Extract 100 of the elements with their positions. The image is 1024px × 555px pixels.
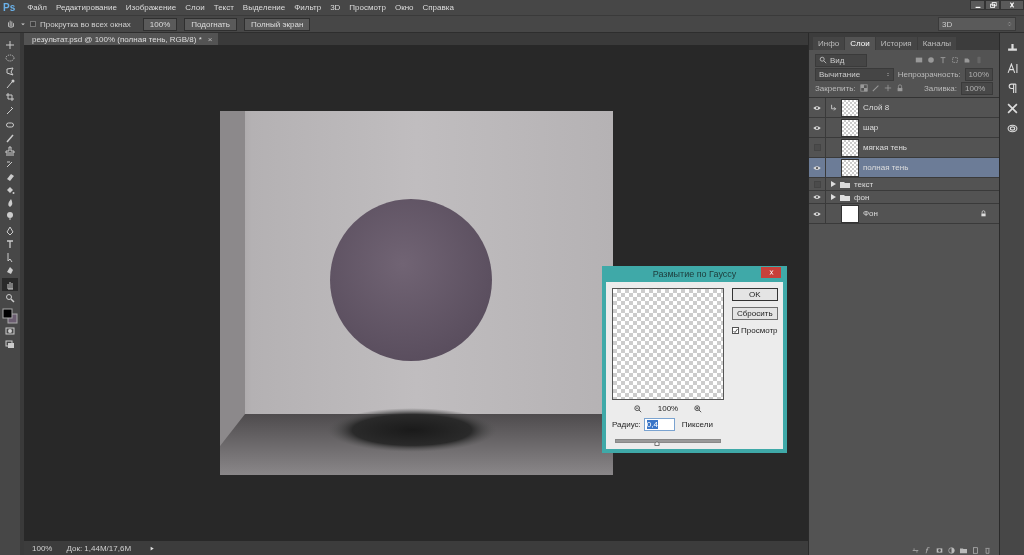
zoom-option-button[interactable]: 100%: [142, 17, 178, 31]
menu-item[interactable]: Фильтр: [294, 3, 322, 12]
menu-item[interactable]: Текст: [213, 3, 234, 12]
updown-icon: [885, 71, 890, 77]
expand-arrow-icon[interactable]: [830, 181, 836, 187]
visibility-eye-icon[interactable]: [813, 104, 821, 111]
visibility-eye-icon[interactable]: [813, 210, 821, 217]
layer-row[interactable]: мягкая тень: [809, 138, 999, 158]
paragraph-icon: [1006, 82, 1018, 94]
blur-drop-icon: [5, 197, 15, 208]
layer-filter-dropdown[interactable]: Вид: [815, 53, 867, 67]
zoom-option-button[interactable]: Подогнать: [184, 17, 237, 31]
close-button[interactable]: [1000, 0, 1024, 10]
image-filter-icon[interactable]: [915, 56, 923, 64]
blend-mode-dropdown[interactable]: Вычитание: [815, 67, 894, 81]
layer-thumbnail: [841, 204, 859, 223]
expand-arrow-icon[interactable]: [830, 194, 836, 200]
dodge-icon: [5, 210, 15, 221]
lock-label: Закрепить:: [815, 83, 856, 93]
document-tab[interactable]: результат.psd @ 100% (полная тень, RGB/8) * ×: [24, 33, 219, 45]
restore-button[interactable]: [985, 0, 1000, 10]
preview-checkbox[interactable]: [732, 327, 739, 334]
menu-item[interactable]: 3D: [330, 3, 341, 12]
visibility-eye-icon[interactable]: [813, 164, 821, 171]
unit-label: Пиксели: [681, 420, 713, 429]
hand-tool-icon: [5, 279, 15, 290]
lock-brush-icon[interactable]: [871, 84, 880, 92]
smart-object-filter-icon[interactable]: [963, 56, 971, 64]
zoom-in-icon[interactable]: [694, 404, 703, 413]
preview-zoom: 100%: [657, 404, 679, 413]
dialog-close-button[interactable]: [761, 267, 781, 278]
layer-row[interactable]: текст: [809, 178, 999, 191]
visibility-eye-icon[interactable]: [813, 194, 821, 200]
minimize-button[interactable]: [970, 0, 985, 10]
tool-button[interactable]: [2, 51, 18, 64]
dialog-button[interactable]: Сбросить: [732, 307, 778, 320]
zoom-level[interactable]: 100%: [32, 543, 53, 553]
link-icon[interactable]: [912, 546, 919, 554]
opacity-field[interactable]: 100%: [964, 67, 993, 81]
layer-row[interactable]: полная тень: [809, 158, 999, 178]
radius-slider[interactable]: [615, 439, 721, 443]
workspace-label: 3D: [942, 19, 953, 29]
tool-button[interactable]: [2, 144, 18, 157]
menu-item[interactable]: Выделение: [242, 3, 286, 12]
half-circle-icon[interactable]: [948, 546, 955, 554]
menu-item[interactable]: Справка: [422, 3, 454, 12]
lock-transparency-icon[interactable]: [859, 84, 868, 92]
fx-icon[interactable]: [924, 546, 931, 554]
layer-thumbnail: [841, 118, 859, 137]
zoom-out-icon[interactable]: [633, 404, 642, 413]
check-icon: [733, 327, 738, 334]
play-triangle-icon[interactable]: [150, 545, 156, 551]
panel-tab[interactable]: Слои: [845, 37, 875, 50]
fill-field[interactable]: 100%: [961, 81, 993, 95]
type-filter-icon[interactable]: [939, 56, 947, 64]
layer-thumbnail: [841, 138, 859, 157]
layer-row[interactable]: шар: [809, 118, 999, 138]
checkbox[interactable]: [30, 21, 36, 27]
radius-label: Радиус:: [612, 420, 641, 429]
quick-selection-icon: [5, 78, 15, 89]
layer-row[interactable]: фон: [809, 191, 999, 204]
menu-item[interactable]: Окно: [394, 3, 414, 12]
visibility-eye-icon[interactable]: [813, 124, 821, 131]
hand-icon[interactable]: [6, 19, 16, 29]
slider-thumb[interactable]: [653, 441, 660, 446]
path-selection-icon: [5, 251, 15, 262]
workspace-dropdown[interactable]: 3D: [938, 17, 1016, 31]
dialog-title: Размытие по Гауссу: [652, 269, 737, 279]
caret-icon[interactable]: [20, 21, 26, 27]
tab-close[interactable]: ×: [207, 34, 213, 44]
move-tool-icon: [5, 39, 15, 50]
color-swatches-icon[interactable]: [2, 308, 18, 324]
layer-row[interactable]: Фон: [809, 204, 999, 224]
new-layer-icon[interactable]: [972, 546, 979, 554]
trash-icon[interactable]: [984, 546, 991, 554]
panel-tab[interactable]: Каналы: [917, 37, 957, 50]
stamp-icon: [5, 145, 15, 156]
spiral-icon: [1006, 122, 1018, 134]
document-size: Док: 1,44М/17,6М: [66, 543, 132, 553]
layer-row[interactable]: Слой 8: [809, 98, 999, 118]
tool-button[interactable]: [2, 278, 18, 291]
menu-item[interactable]: Файл: [27, 3, 47, 12]
layer-name: фон: [854, 192, 870, 202]
padlock-icon[interactable]: [895, 84, 904, 92]
fill-label: Заливка:: [924, 83, 957, 93]
adjustment-filter-icon[interactable]: [927, 56, 935, 64]
menu-item[interactable]: Просмотр: [349, 3, 386, 12]
mask-icon[interactable]: [936, 546, 943, 554]
layer-thumbnail: [841, 158, 859, 177]
menu-item[interactable]: Слои: [185, 3, 205, 12]
folder-icon[interactable]: [960, 546, 967, 554]
zoom-option-button[interactable]: Полный экран: [243, 17, 311, 31]
menu-item[interactable]: Редактирование: [55, 3, 117, 12]
ellipse-marquee-icon: [5, 52, 15, 63]
radius-input[interactable]: 0,4: [643, 418, 675, 431]
quick-mask-button[interactable]: [2, 324, 18, 337]
dialog-button[interactable]: OK: [732, 288, 778, 301]
panel-tab[interactable]: Инфо: [813, 37, 845, 50]
panel-tab[interactable]: История: [875, 37, 917, 50]
menu-item[interactable]: Изображение: [125, 3, 177, 12]
